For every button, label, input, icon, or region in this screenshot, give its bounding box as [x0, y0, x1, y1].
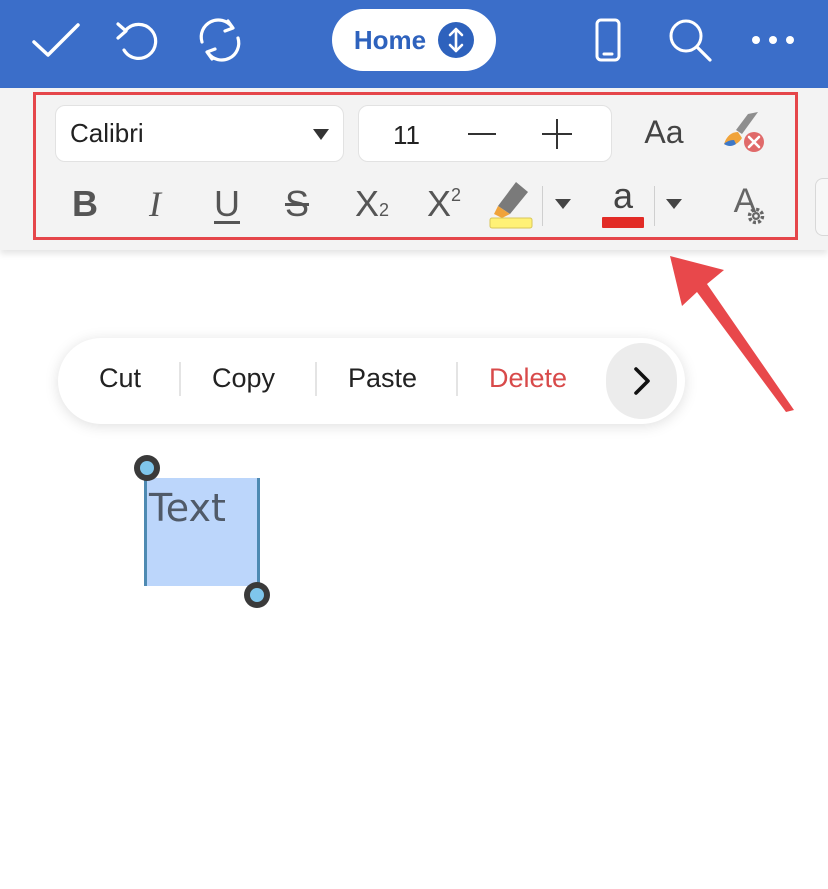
more-icon[interactable] — [745, 14, 801, 66]
sync-icon[interactable] — [192, 14, 248, 66]
copy-menu-item[interactable]: Copy — [212, 363, 275, 394]
check-icon[interactable] — [28, 14, 84, 66]
ribbon-tab-selector[interactable]: Home — [332, 9, 496, 71]
home-tab-label: Home — [353, 24, 427, 55]
search-icon[interactable] — [662, 14, 718, 66]
undo-icon[interactable] — [110, 14, 166, 66]
annotation-highlight-box — [33, 92, 798, 240]
app-bar: Home — [0, 0, 828, 88]
selection-end-handle[interactable] — [244, 582, 270, 608]
menu-separator — [179, 362, 181, 396]
selection-edge — [257, 478, 260, 586]
chevron-right-icon — [633, 367, 650, 395]
delete-menu-item[interactable]: Delete — [489, 363, 567, 394]
context-menu: Cut Copy Paste Delete — [58, 338, 685, 424]
menu-separator — [315, 362, 317, 396]
next-ribbon-group-edge[interactable] — [815, 178, 828, 236]
phone-layout-icon[interactable] — [580, 14, 636, 66]
more-options-button[interactable] — [606, 343, 677, 419]
switch-tab-icon — [438, 22, 475, 58]
selection-edge — [144, 478, 147, 586]
paste-menu-item[interactable]: Paste — [348, 363, 417, 394]
annotation-arrow-icon — [670, 256, 794, 412]
selection-start-handle[interactable] — [134, 455, 160, 481]
selected-text[interactable]: Text — [149, 486, 226, 530]
cut-menu-item[interactable]: Cut — [99, 363, 141, 394]
menu-separator — [456, 362, 458, 396]
